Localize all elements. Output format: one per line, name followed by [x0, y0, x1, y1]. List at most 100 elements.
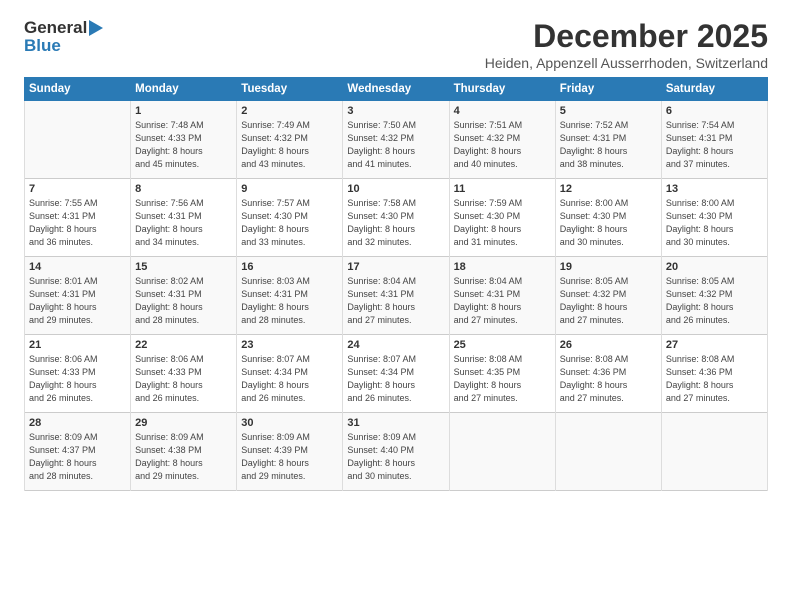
- calendar-cell: 15 Sunrise: 8:02 AM Sunset: 4:31 PM Dayli…: [131, 257, 237, 335]
- day-number: 22: [135, 339, 232, 351]
- header-day-sunday: Sunday: [25, 78, 131, 101]
- day-content: Sunrise: 8:00 AM Sunset: 4:30 PM Dayligh…: [666, 197, 763, 249]
- day-number: 1: [135, 105, 232, 117]
- calendar-cell: 4Sunrise: 7:51 AM Sunset: 4:32 PM Daylig…: [449, 101, 555, 179]
- calendar-cell: 31 Sunrise: 8:09 AM Sunset: 4:40 PM Dayli…: [343, 413, 449, 491]
- calendar-cell: 27Sunrise: 8:08 AM Sunset: 4:36 PM Dayli…: [661, 335, 767, 413]
- day-number: 24: [347, 339, 444, 351]
- header-day-friday: Friday: [555, 78, 661, 101]
- logo-arrow-icon: [89, 20, 103, 36]
- day-number: 11: [454, 183, 551, 195]
- day-number: 23: [241, 339, 338, 351]
- day-content: Sunrise: 8:09 AM Sunset: 4:39 PM Dayligh…: [241, 431, 338, 483]
- logo: General Blue: [24, 18, 103, 56]
- calendar-cell: 29 Sunrise: 8:09 AM Sunset: 4:38 PM Dayli…: [131, 413, 237, 491]
- day-content: Sunrise: 7:51 AM Sunset: 4:32 PM Dayligh…: [454, 119, 551, 171]
- header: General Blue December 2025 Heiden, Appen…: [24, 18, 768, 71]
- calendar-header: SundayMondayTuesdayWednesdayThursdayFrid…: [25, 78, 768, 101]
- day-number: 21: [29, 339, 126, 351]
- page: General Blue December 2025 Heiden, Appen…: [0, 0, 792, 612]
- header-day-thursday: Thursday: [449, 78, 555, 101]
- day-content: Sunrise: 7:50 AM Sunset: 4:32 PM Dayligh…: [347, 119, 444, 171]
- day-number: 3: [347, 105, 444, 117]
- day-number: 12: [560, 183, 657, 195]
- day-number: 19: [560, 261, 657, 273]
- day-content: Sunrise: 8:04 AM Sunset: 4:31 PM Dayligh…: [454, 275, 551, 327]
- calendar-cell: 10 Sunrise: 7:58 AM Sunset: 4:30 PM Dayli…: [343, 179, 449, 257]
- day-number: 13: [666, 183, 763, 195]
- day-number: 29: [135, 417, 232, 429]
- day-content: Sunrise: 8:03 AM Sunset: 4:31 PM Dayligh…: [241, 275, 338, 327]
- day-content: Sunrise: 7:55 AM Sunset: 4:31 PM Dayligh…: [29, 197, 126, 249]
- calendar-cell: 18 Sunrise: 8:04 AM Sunset: 4:31 PM Dayli…: [449, 257, 555, 335]
- day-content: Sunrise: 8:05 AM Sunset: 4:32 PM Dayligh…: [666, 275, 763, 327]
- day-content: Sunrise: 8:09 AM Sunset: 4:40 PM Dayligh…: [347, 431, 444, 483]
- day-content: Sunrise: 8:01 AM Sunset: 4:31 PM Dayligh…: [29, 275, 126, 327]
- day-content: Sunrise: 8:06 AM Sunset: 4:33 PM Dayligh…: [135, 353, 232, 405]
- day-number: 17: [347, 261, 444, 273]
- calendar-cell: 8Sunrise: 7:56 AM Sunset: 4:31 PM Daylig…: [131, 179, 237, 257]
- logo-general: General: [24, 18, 87, 38]
- calendar-cell: 1 Sunrise: 7:48 AM Sunset: 4:33 PM Daylig…: [131, 101, 237, 179]
- calendar-cell: 13 Sunrise: 8:00 AM Sunset: 4:30 PM Dayli…: [661, 179, 767, 257]
- day-content: Sunrise: 7:48 AM Sunset: 4:33 PM Dayligh…: [135, 119, 232, 171]
- calendar-cell: 19 Sunrise: 8:05 AM Sunset: 4:32 PM Dayli…: [555, 257, 661, 335]
- day-number: 7: [29, 183, 126, 195]
- location: Heiden, Appenzell Ausserrhoden, Switzerl…: [485, 55, 768, 71]
- day-content: Sunrise: 7:49 AM Sunset: 4:32 PM Dayligh…: [241, 119, 338, 171]
- day-content: Sunrise: 7:58 AM Sunset: 4:30 PM Dayligh…: [347, 197, 444, 249]
- calendar-cell: 2 Sunrise: 7:49 AM Sunset: 4:32 PM Daylig…: [237, 101, 343, 179]
- week-row-4: 21 Sunrise: 8:06 AM Sunset: 4:33 PM Dayli…: [25, 335, 768, 413]
- week-row-5: 28 Sunrise: 8:09 AM Sunset: 4:37 PM Dayli…: [25, 413, 768, 491]
- calendar-cell: 20 Sunrise: 8:05 AM Sunset: 4:32 PM Dayli…: [661, 257, 767, 335]
- day-number: 20: [666, 261, 763, 273]
- header-day-wednesday: Wednesday: [343, 78, 449, 101]
- day-content: Sunrise: 8:09 AM Sunset: 4:38 PM Dayligh…: [135, 431, 232, 483]
- month-title: December 2025: [485, 18, 768, 55]
- calendar-cell: 17Sunrise: 8:04 AM Sunset: 4:31 PM Dayli…: [343, 257, 449, 335]
- logo-blue: Blue: [24, 36, 61, 56]
- calendar-cell: 9 Sunrise: 7:57 AM Sunset: 4:30 PM Daylig…: [237, 179, 343, 257]
- header-day-monday: Monday: [131, 78, 237, 101]
- calendar-cell: 12 Sunrise: 8:00 AM Sunset: 4:30 PM Dayli…: [555, 179, 661, 257]
- day-content: Sunrise: 8:09 AM Sunset: 4:37 PM Dayligh…: [29, 431, 126, 483]
- day-content: Sunrise: 8:08 AM Sunset: 4:36 PM Dayligh…: [666, 353, 763, 405]
- day-content: Sunrise: 8:08 AM Sunset: 4:35 PM Dayligh…: [454, 353, 551, 405]
- day-content: Sunrise: 8:00 AM Sunset: 4:30 PM Dayligh…: [560, 197, 657, 249]
- calendar-cell: [555, 413, 661, 491]
- calendar-cell: 14 Sunrise: 8:01 AM Sunset: 4:31 PM Dayli…: [25, 257, 131, 335]
- calendar-cell: 11Sunrise: 7:59 AM Sunset: 4:30 PM Dayli…: [449, 179, 555, 257]
- calendar-cell: 24 Sunrise: 8:07 AM Sunset: 4:34 PM Dayli…: [343, 335, 449, 413]
- day-content: Sunrise: 7:54 AM Sunset: 4:31 PM Dayligh…: [666, 119, 763, 171]
- header-day-saturday: Saturday: [661, 78, 767, 101]
- day-number: 28: [29, 417, 126, 429]
- day-number: 10: [347, 183, 444, 195]
- day-content: Sunrise: 8:05 AM Sunset: 4:32 PM Dayligh…: [560, 275, 657, 327]
- calendar-cell: 6 Sunrise: 7:54 AM Sunset: 4:31 PM Daylig…: [661, 101, 767, 179]
- calendar-table: SundayMondayTuesdayWednesdayThursdayFrid…: [24, 77, 768, 491]
- day-number: 9: [241, 183, 338, 195]
- day-number: 25: [454, 339, 551, 351]
- week-row-3: 14 Sunrise: 8:01 AM Sunset: 4:31 PM Dayli…: [25, 257, 768, 335]
- week-row-2: 7 Sunrise: 7:55 AM Sunset: 4:31 PM Daylig…: [25, 179, 768, 257]
- day-number: 31: [347, 417, 444, 429]
- day-content: Sunrise: 7:57 AM Sunset: 4:30 PM Dayligh…: [241, 197, 338, 249]
- calendar-cell: 16Sunrise: 8:03 AM Sunset: 4:31 PM Dayli…: [237, 257, 343, 335]
- calendar-cell: 28 Sunrise: 8:09 AM Sunset: 4:37 PM Dayli…: [25, 413, 131, 491]
- day-number: 2: [241, 105, 338, 117]
- calendar-cell: 22 Sunrise: 8:06 AM Sunset: 4:33 PM Dayli…: [131, 335, 237, 413]
- calendar-cell: [25, 101, 131, 179]
- calendar-cell: [449, 413, 555, 491]
- calendar-body: 1 Sunrise: 7:48 AM Sunset: 4:33 PM Daylig…: [25, 101, 768, 491]
- day-content: Sunrise: 8:02 AM Sunset: 4:31 PM Dayligh…: [135, 275, 232, 327]
- day-number: 26: [560, 339, 657, 351]
- day-content: Sunrise: 7:56 AM Sunset: 4:31 PM Dayligh…: [135, 197, 232, 249]
- day-number: 18: [454, 261, 551, 273]
- day-number: 14: [29, 261, 126, 273]
- day-content: Sunrise: 8:07 AM Sunset: 4:34 PM Dayligh…: [347, 353, 444, 405]
- calendar-cell: 3 Sunrise: 7:50 AM Sunset: 4:32 PM Daylig…: [343, 101, 449, 179]
- title-block: December 2025 Heiden, Appenzell Ausserrh…: [485, 18, 768, 71]
- day-number: 6: [666, 105, 763, 117]
- calendar-cell: 30Sunrise: 8:09 AM Sunset: 4:39 PM Dayli…: [237, 413, 343, 491]
- day-number: 15: [135, 261, 232, 273]
